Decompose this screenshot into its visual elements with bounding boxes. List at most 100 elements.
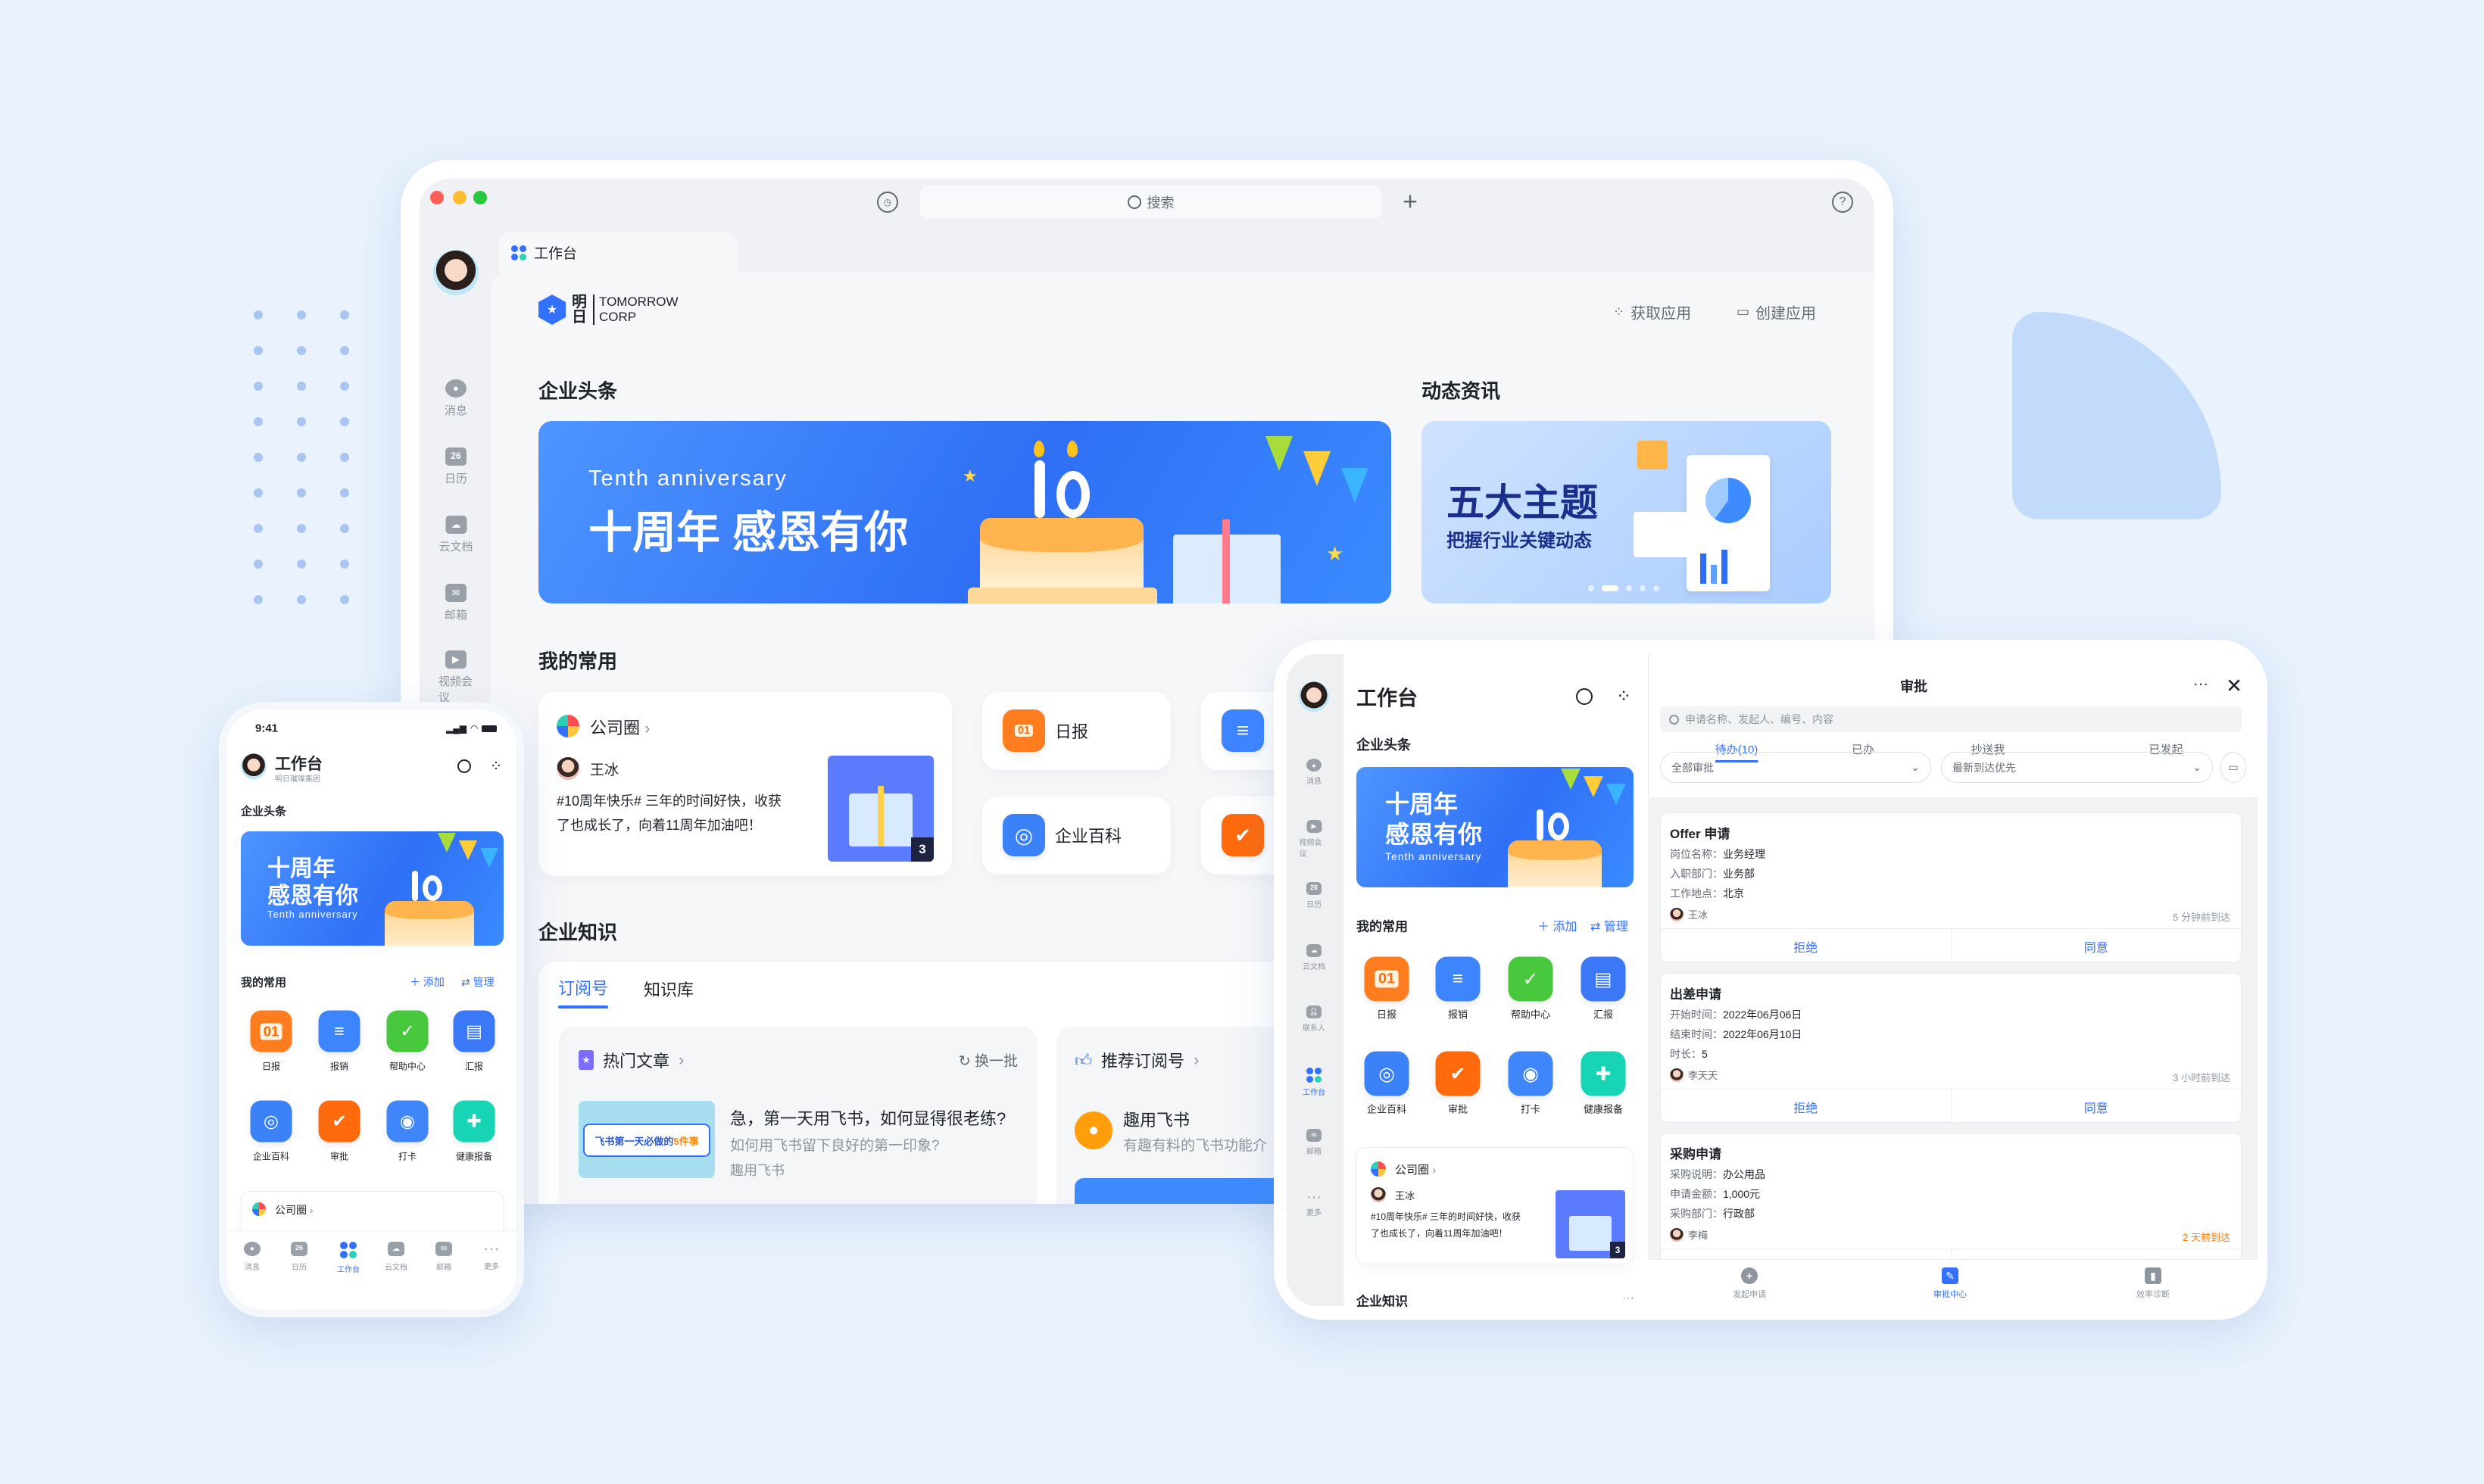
approval-card[interactable]: 出差申请 开始时间：2022年06月06日 结束时间：2022年06月10日 时长：5… [1660,973,2242,1123]
page-title: 工作台 [1356,687,1418,710]
candle-1 [1537,809,1543,840]
approval-nav-item[interactable]: ✎ 审批中心 [1933,1267,1967,1300]
more-icon[interactable]: ··· [1622,1292,1634,1305]
add-app-icon[interactable]: ⁘ [1616,686,1631,708]
nav-mail[interactable]: ✉ 邮箱 [435,1242,452,1272]
nav-workspace[interactable]: 工作台 [337,1242,360,1274]
wifi-icon: ◠ [470,723,479,734]
post-image[interactable]: 3 [1556,1190,1625,1258]
sort-select[interactable]: 最新到达优先 ⌄ [1941,752,2213,783]
company-circle-link[interactable]: 公司圈 › [590,715,650,739]
approval-nav-item[interactable]: ▮ 效率诊断 [2136,1267,2170,1300]
candle-0 [423,875,442,901]
search-icon[interactable] [1576,688,1593,705]
nav-label: 效率诊断 [2136,1290,2170,1299]
get-apps-button[interactable]: ⁘ 获取应用 [1613,301,1691,323]
close-icon[interactable]: ✕ [2226,675,2242,698]
carousel-dot[interactable] [1640,585,1646,591]
anniversary-banner[interactable]: Tenth anniversary 十周年 感恩有你 ★ ★ [538,421,1391,603]
company-circle-card[interactable]: 公司圈 › 王冰 #10周年快乐# 三年的时间好快，收获 了也成长了，向着11周… [538,692,952,876]
sidebar-item-more[interactable]: ··· 更多 [1306,1189,1322,1217]
manage-favorites-button[interactable]: ⇄ 管理 [1590,916,1628,934]
company-circle-link[interactable]: 公司圈 › [275,1202,314,1217]
decorative-dot [254,346,263,355]
anniversary-banner[interactable]: 十周年 感恩有你 Tenth anniversary [241,831,504,946]
sidebar-item-chat[interactable]: ● 消息 [445,379,467,418]
approval-type-select[interactable]: 全部审批 ⌄ [1660,752,1931,783]
candle-0 [1548,812,1569,840]
workspace-icon [1306,1068,1322,1083]
approval-nav-item[interactable]: + 发起申请 [1733,1267,1766,1300]
sidebar-item-calendar[interactable]: 26 日历 [445,447,467,486]
approval-card[interactable]: 采购申请 采购说明：办公用品 申请金额：1,000元 采购部门：行政部 李梅 2 天前… [1660,1133,2242,1269]
nav-chat[interactable]: ● 消息 [244,1242,261,1272]
carousel-dot[interactable] [1653,585,1659,591]
add-favorite-button[interactable]: ＋ 添加 [1537,916,1577,934]
approval-search-input[interactable]: 申请名称、发起人、编号、内容 [1660,706,2242,732]
nav-cloud-doc[interactable]: ☁ 云文档 [385,1242,407,1272]
article-thumbnail[interactable]: 飞书第一天必做的 5件事 [579,1101,715,1178]
carousel-dot[interactable] [1602,585,1618,591]
more-icon[interactable]: ··· [2193,676,2208,694]
create-app-button[interactable]: ▭ 创建应用 [1737,301,1816,323]
hot-articles-link[interactable]: ★ 热门文章 › [579,1048,684,1072]
close-window-button[interactable] [430,191,444,204]
sidebar-item-cloud-doc[interactable]: ☁ 云文档 [1303,944,1325,971]
recommended-link[interactable]: 👍︎ 推荐订阅号 › [1075,1048,1199,1072]
add-favorite-button[interactable]: ＋ 添加 [410,974,445,990]
carousel-indicator[interactable] [1588,585,1659,591]
news-banner[interactable]: 五大主题 把握行业关键动态 [1421,421,1831,603]
layout-toggle-button[interactable]: ▭ [2220,752,2246,783]
add-app-icon[interactable]: ⁘ [490,757,503,776]
nav-calendar[interactable]: 26 日历 [291,1242,307,1272]
sidebar-item-workspace[interactable]: 工作台 [1303,1068,1325,1097]
reject-button[interactable]: 拒绝 [1661,1090,1952,1122]
carousel-dot[interactable] [1588,585,1594,591]
section-title-knowledge: 企业知识 [538,921,618,944]
health-report-icon: ✚ [1581,1051,1626,1096]
approve-button[interactable]: 同意 [1952,1090,2242,1122]
nav-label: 消息 [245,1263,260,1272]
company-circle-card[interactable]: 公司圈 › 王冰 #10周年快乐# 三年的时间好快，收获 了也成长了，向着11周… [1356,1147,1634,1264]
app-card-wiki[interactable]: ◎ 企业百科 [982,797,1171,874]
sidebar-item-contacts[interactable]: 👤︎ 联系人 [1303,1005,1325,1033]
sidebar-item-mail[interactable]: ✉ 邮箱 [1306,1129,1322,1156]
sidebar-item-calendar[interactable]: 26 日历 [1306,882,1322,909]
carousel-dot[interactable] [1626,585,1632,591]
approve-button[interactable]: 同意 [1952,929,2242,962]
sidebar-item-video[interactable]: ▶ 视频会议 [438,650,473,705]
minimize-window-button[interactable] [453,191,467,204]
company-circle-link[interactable]: 公司圈 › [1395,1161,1436,1177]
plus-icon[interactable]: + [1403,188,1418,217]
refresh-button[interactable]: ↻ 换一批 [959,1050,1018,1071]
user-avatar[interactable] [241,753,267,779]
help-icon[interactable]: ? [1832,192,1853,213]
app-card-daily-report[interactable]: 01 日报 [982,692,1171,770]
sidebar-item-mail[interactable]: ✉ 邮箱 [445,584,467,622]
sidebar-item-cloud-doc[interactable]: ☁ 云文档 [438,516,473,554]
sidebar-item-video[interactable]: ▶ 视频会议 [1300,820,1329,859]
post-author: 王冰 [1395,1190,1415,1202]
approval-card[interactable]: Offer 申请 岗位名称：业务经理 入职部门：业务部 工作地点：北京 王冰 5 分钟… [1660,812,2242,962]
article-title[interactable]: 急，第一天用飞书，如何显得很老练? [730,1105,1006,1130]
post-image[interactable]: 3 [828,756,934,862]
tablet-sidebar: ● 消息 ▶ 视频会议 26 日历 ☁ 云文档 👤︎ 联系人工作台 ✉ 邮箱 ··· 更多 [1287,654,1343,1306]
app-label: 打卡 [1520,1103,1541,1115]
tab-knowledge-base[interactable]: 知识库 [644,977,694,1001]
search-bar[interactable]: 搜索 [920,186,1381,219]
reject-button[interactable]: 拒绝 [1661,929,1952,962]
user-avatar[interactable] [433,250,479,295]
search-icon[interactable] [457,759,471,773]
history-icon[interactable]: ◷ [877,192,898,213]
app-label: 企业百科 [1055,827,1122,846]
nav-more[interactable]: ··· 更多 [483,1240,500,1271]
sidebar-item-chat[interactable]: ● 消息 [1306,759,1322,786]
manage-favorites-button[interactable]: ⇄ 管理 [461,974,495,990]
anniversary-banner[interactable]: 十周年 感恩有你 Tenth anniversary [1356,767,1634,887]
tab-subscriptions[interactable]: 订阅号 [558,975,609,1009]
user-avatar[interactable] [1299,681,1329,712]
account-name[interactable]: 趣用飞书 [1123,1107,1190,1131]
signal-icon: ▂▄▆ [446,723,467,734]
maximize-window-button[interactable] [473,191,487,204]
tab-workspace[interactable]: 工作台 [499,232,737,273]
